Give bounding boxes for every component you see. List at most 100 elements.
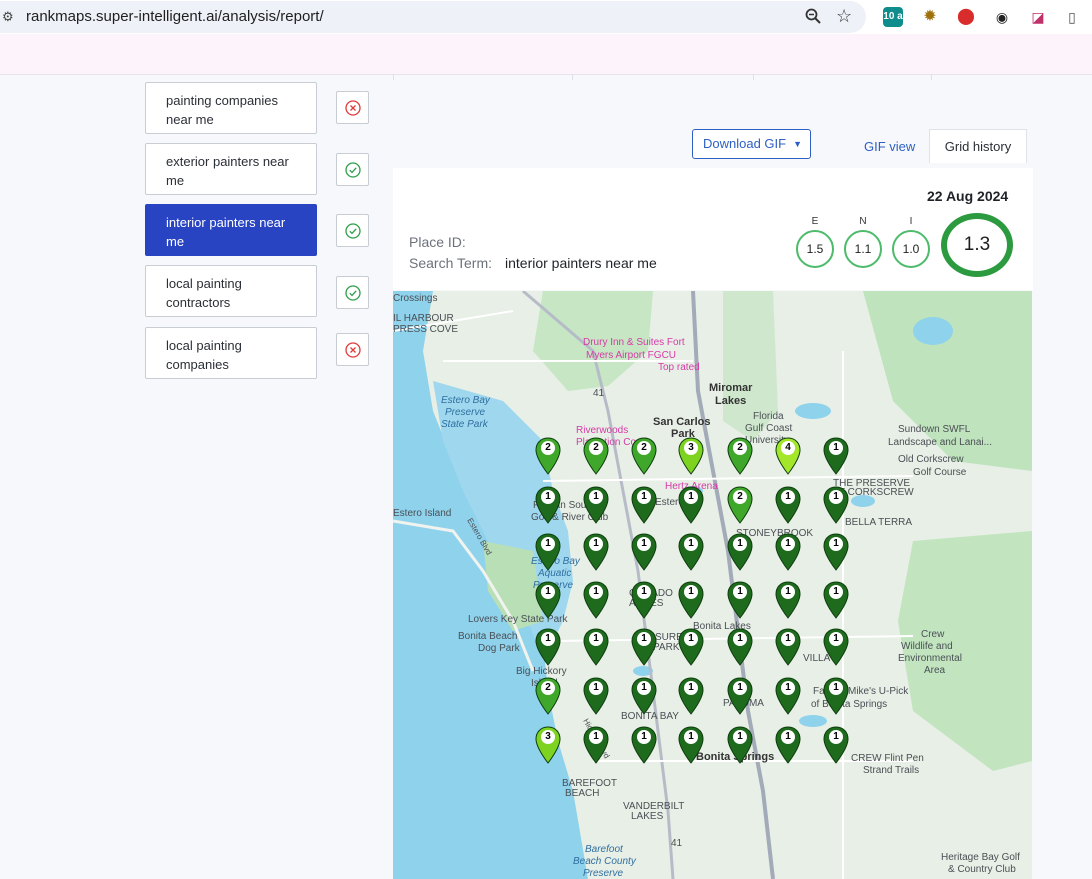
rank-pin[interactable]: 1 [677,628,705,666]
rank-pin[interactable]: 1 [726,533,754,571]
rank-pin[interactable]: 1 [822,581,850,619]
rank-pin[interactable]: 1 [774,533,802,571]
rank-pin[interactable]: 2 [630,437,658,475]
rank-pin[interactable]: 1 [774,726,802,764]
map-label: San Carlos [653,416,711,428]
pin-extension-icon[interactable]: ◪ [1028,7,1048,27]
grid-history-tab[interactable]: Grid history [929,129,1027,163]
tab-strip-remnant [393,74,1031,80]
keyword-item-interior-painters[interactable]: interior painters near me [145,204,317,256]
rank-value: 1 [637,730,651,744]
keyword-item-local-companies[interactable]: local painting companies [145,327,317,379]
rank-pin[interactable]: 1 [774,581,802,619]
rank-pin[interactable]: 1 [630,726,658,764]
rank-pin[interactable]: 3 [534,726,562,764]
zoom-icon[interactable] [804,7,822,25]
sun-extension-icon[interactable]: ✹ [920,7,940,27]
map-label: Environmental [898,653,962,664]
map-label: 41 [593,388,605,399]
search-term-value: interior painters near me [505,255,657,271]
map-label: & Country Club [948,864,1016,875]
rank-pin[interactable]: 1 [582,726,610,764]
rank-pin[interactable]: 1 [677,533,705,571]
rank-pin[interactable]: 1 [822,437,850,475]
rank-pin[interactable]: 1 [534,486,562,524]
rank-value: 2 [733,490,747,504]
rank-pin[interactable]: 1 [582,581,610,619]
rank-value: 2 [589,441,603,455]
rank-pin[interactable]: 1 [582,677,610,715]
rank-pin[interactable]: 1 [677,677,705,715]
keyword-item-exterior-painters[interactable]: exterior painters near me [145,143,317,195]
phone-extension-icon[interactable]: ▯ [1062,7,1082,27]
rank-pin[interactable]: 1 [677,486,705,524]
rank-value: 1 [829,632,843,646]
rank-pin[interactable]: 1 [630,533,658,571]
map-label: State Park [441,419,488,430]
rank-pin[interactable]: 1 [677,581,705,619]
location-extension-icon[interactable]: ⬤ [956,7,976,27]
rank-pin[interactable]: 1 [630,677,658,715]
rank-value: 1 [733,681,747,695]
rank-grid-map[interactable]: Crossings IL HARBOUR PRESS COVE Drury Inn &… [393,291,1032,879]
rank-pin[interactable]: 1 [630,486,658,524]
rank-pin[interactable]: 1 [822,628,850,666]
status-fail-button[interactable] [336,91,369,124]
keyword-label: local painting contractors [166,276,242,310]
browser-toolbar: ⚙ rankmaps.super-intelligent.ai/analysis… [0,0,1092,34]
rank-pin[interactable]: 1 [822,533,850,571]
rank-value: 1 [541,490,555,504]
rank-pin[interactable]: 1 [582,628,610,666]
place-id-label: Place ID: [409,234,466,250]
rank-pin[interactable]: 1 [822,486,850,524]
rank-pin[interactable]: 2 [726,486,754,524]
map-label: Big Hickory [516,666,567,677]
app-header-bar [0,34,1092,75]
rank-pin[interactable]: 1 [534,628,562,666]
status-ok-button[interactable] [336,214,369,247]
rank-pin[interactable]: 2 [726,437,754,475]
rank-pin[interactable]: 2 [582,437,610,475]
status-ok-button[interactable] [336,153,369,186]
rank-pin[interactable]: 1 [822,677,850,715]
status-ok-button[interactable] [336,276,369,309]
keyword-item-local-contractors[interactable]: local painting contractors [145,265,317,317]
bookmark-star-icon[interactable]: ☆ [836,6,852,27]
rank-pin[interactable]: 1 [534,533,562,571]
rank-pin[interactable]: 1 [774,486,802,524]
map-label: Crew [921,629,945,640]
url-text[interactable]: rankmaps.super-intelligent.ai/analysis/r… [26,8,324,25]
rank-pin[interactable]: 1 [582,486,610,524]
check-circle-icon [345,162,361,178]
rank-pin[interactable]: 1 [582,533,610,571]
status-fail-button[interactable] [336,333,369,366]
keyword-item-painting-companies[interactable]: painting companies near me [145,82,317,134]
rank-pin[interactable]: 1 [726,628,754,666]
rank-value: 2 [733,441,747,455]
site-settings-icon[interactable]: ⚙ [2,10,16,24]
rank-value: 2 [637,441,651,455]
rank-pin[interactable]: 1 [822,726,850,764]
calendar-extension-icon[interactable]: 10 a [883,7,903,27]
rank-pin[interactable]: 2 [534,437,562,475]
rank-value: 1 [637,490,651,504]
rank-pin[interactable]: 1 [774,628,802,666]
rank-pin[interactable]: 1 [726,726,754,764]
download-gif-button[interactable]: Download GIF ▼ [692,129,811,159]
keyword-label: local painting companies [166,338,242,372]
rank-pin[interactable]: 1 [726,677,754,715]
rank-value: 1 [733,632,747,646]
rank-pin[interactable]: 1 [630,628,658,666]
rank-pin[interactable]: 1 [534,581,562,619]
rank-value: 1 [781,537,795,551]
rank-pin[interactable]: 1 [677,726,705,764]
rank-pin[interactable]: 1 [774,677,802,715]
gif-view-link[interactable]: GIF view [864,139,915,154]
spy-extension-icon[interactable]: ◉ [992,7,1012,27]
rank-pin[interactable]: 1 [630,581,658,619]
rank-pin[interactable]: 2 [534,677,562,715]
rank-pin[interactable]: 1 [726,581,754,619]
rank-value: 1 [829,441,843,455]
rank-pin[interactable]: 4 [774,437,802,475]
rank-pin[interactable]: 3 [677,437,705,475]
